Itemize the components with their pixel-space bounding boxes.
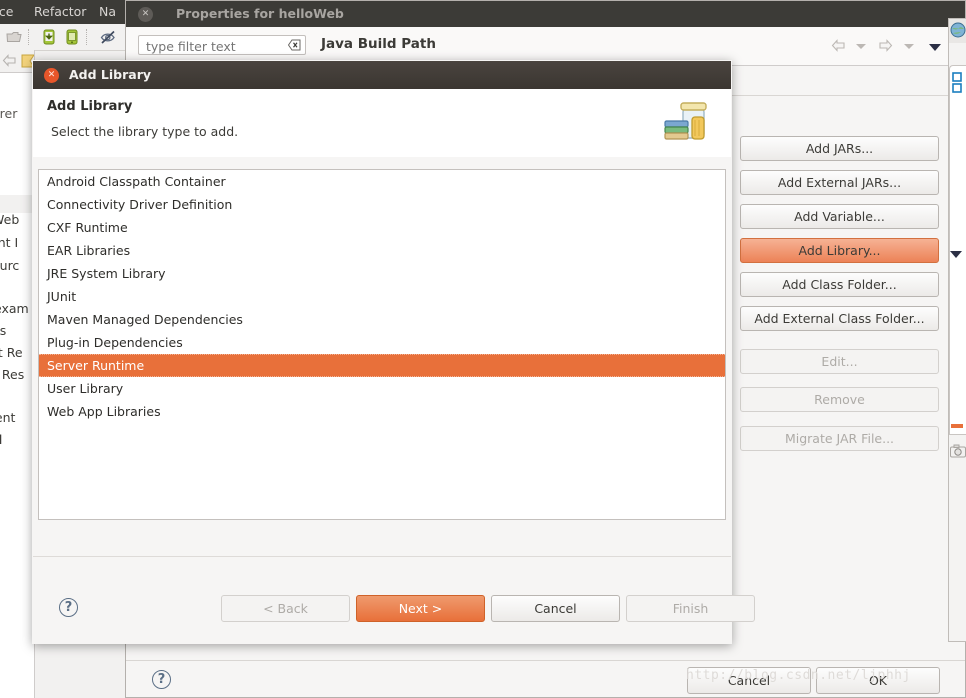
page-title: Java Build Path — [321, 36, 436, 52]
export-folder-icon[interactable] — [5, 28, 23, 46]
properties-window-title: Properties for helloWeb — [176, 6, 344, 21]
android-device-icon[interactable] — [63, 28, 81, 46]
toolbar-separator-2 — [86, 29, 88, 45]
status-marker — [951, 424, 963, 428]
screen: rce Refactor Na — [0, 0, 966, 698]
left-panel-section-header — [0, 195, 34, 213]
add-external-class-folder-button[interactable]: Add External Class Folder... — [740, 306, 939, 331]
nav-forward-button[interactable] — [878, 39, 893, 55]
dialog-window-title: Add Library — [69, 67, 152, 82]
back-arrow-icon[interactable] — [2, 54, 17, 70]
left-panel-row-2[interactable]: ourc — [0, 258, 19, 273]
close-icon[interactable]: ✕ — [138, 7, 153, 22]
list-item[interactable]: Maven Managed Dependencies — [39, 308, 725, 331]
list-item[interactable]: Connectivity Driver Definition — [39, 193, 725, 216]
add-jars-button[interactable]: Add JARs... — [740, 136, 939, 161]
add-library-button[interactable]: Add Library... — [740, 238, 939, 263]
chevron-down-icon[interactable] — [904, 44, 914, 49]
library-jar-books-icon — [659, 95, 717, 151]
filter-text-box[interactable] — [138, 35, 306, 56]
left-panel-row-4[interactable]: es — [0, 323, 6, 338]
edge-window-tab-panel[interactable] — [949, 65, 966, 435]
android-download-icon[interactable] — [40, 28, 58, 46]
dialog-body: Android Classpath Container Connectivity… — [33, 157, 755, 643]
properties-footer-divider — [126, 660, 965, 661]
left-panel-toolbar — [0, 50, 34, 73]
list-item[interactable]: JUnit — [39, 285, 725, 308]
ide-left-panel: orer Web ent I ourc exam es pt Re d Res … — [0, 50, 35, 698]
list-item-selected[interactable]: Server Runtime — [39, 354, 725, 377]
clear-field-icon[interactable] — [287, 39, 301, 51]
add-external-jars-button[interactable]: Add External JARs... — [740, 170, 939, 195]
library-type-list[interactable]: Android Classpath Container Connectivity… — [38, 169, 726, 520]
toolbar-separator-1 — [28, 29, 30, 45]
edge-window — [948, 18, 966, 642]
properties-title-bar[interactable]: ✕ Properties for helloWeb — [126, 1, 965, 27]
help-icon[interactable]: ? — [59, 598, 78, 617]
hide-disabled-icon[interactable] — [99, 28, 117, 46]
migrate-jar-file-button: Migrate JAR File... — [740, 426, 939, 451]
left-panel-row-1[interactable]: ent I — [0, 235, 18, 250]
close-icon[interactable]: ✕ — [44, 68, 59, 83]
search-input[interactable] — [144, 36, 278, 56]
left-panel-row-8[interactable]: l — [0, 432, 2, 447]
outline-node-icon — [952, 72, 962, 97]
add-variable-button[interactable]: Add Variable... — [740, 204, 939, 229]
menu-item-refactor[interactable]: Refactor — [34, 4, 86, 19]
list-item[interactable]: JRE System Library — [39, 262, 725, 285]
help-icon[interactable]: ? — [152, 670, 171, 689]
left-panel-explorer-label: orer — [0, 106, 18, 121]
left-panel-row-7[interactable]: tent — [0, 410, 15, 425]
dialog-banner: Add Library Select the library type to a… — [33, 89, 731, 158]
list-item[interactable]: CXF Runtime — [39, 216, 725, 239]
menu-item-navigate[interactable]: Na — [99, 4, 116, 19]
dialog-subheading: Select the library type to add. — [51, 124, 239, 139]
dialog-footer-divider — [33, 556, 731, 557]
cancel-button[interactable]: Cancel — [491, 595, 620, 622]
add-library-dialog: ✕ Add Library Add Library Select the lib… — [32, 60, 755, 644]
list-item[interactable]: EAR Libraries — [39, 239, 725, 262]
remove-button: Remove — [740, 387, 939, 412]
list-item[interactable]: Web App Libraries — [39, 400, 725, 423]
edge-window-toolbar — [949, 19, 966, 43]
chevron-down-icon[interactable] — [856, 44, 866, 49]
add-class-folder-button[interactable]: Add Class Folder... — [740, 272, 939, 297]
camera-icon[interactable] — [950, 444, 966, 461]
list-item[interactable]: Android Classpath Container — [39, 170, 725, 193]
edit-button: Edit... — [740, 349, 939, 374]
view-menu-chevron-down-icon[interactable] — [929, 44, 941, 51]
list-item[interactable]: Plug-in Dependencies — [39, 331, 725, 354]
globe-icon[interactable] — [950, 22, 966, 41]
finish-button: Finish — [626, 595, 755, 622]
left-panel-row-5[interactable]: pt Re — [0, 345, 23, 360]
nav-back-button[interactable] — [831, 39, 846, 55]
back-button: < Back — [221, 595, 350, 622]
menu-item-source[interactable]: rce — [0, 4, 13, 19]
dialog-heading: Add Library — [47, 99, 133, 114]
next-button[interactable]: Next > — [356, 595, 485, 622]
chevron-down-icon[interactable] — [950, 251, 962, 258]
left-panel-row-3[interactable]: exam — [0, 301, 29, 316]
list-item[interactable]: User Library — [39, 377, 725, 400]
left-panel-row-0[interactable]: Web — [0, 212, 19, 227]
dialog-title-bar[interactable]: ✕ Add Library — [33, 61, 731, 89]
watermark: http://blog.csdn.net/ljphhj — [686, 668, 911, 683]
left-panel-row-6[interactable]: d Res — [0, 367, 24, 382]
